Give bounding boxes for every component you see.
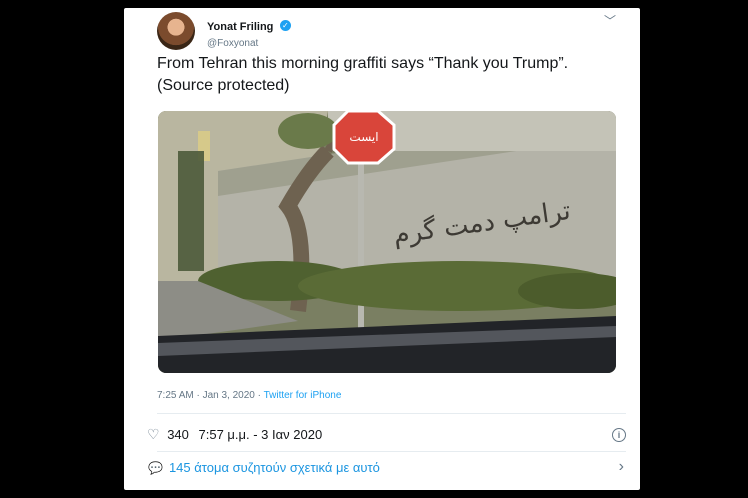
stats-time: 7:57 μ.μ. - 3 Ιαν 2020 <box>198 427 323 442</box>
stats-row: ♡ 340 7:57 μ.μ. - 3 Ιαν 2020 <box>147 426 322 443</box>
timestamp[interactable]: 7:25 AM · Jan 3, 2020 · <box>157 390 261 401</box>
tweet-media[interactable]: ایست ترامپ دمت گرم <box>158 111 616 373</box>
stop-sign-text: ایست <box>349 130 378 144</box>
divider <box>157 451 626 452</box>
author-block[interactable]: Yonat Friling ✓ @Foxyonat <box>207 17 291 49</box>
source-link[interactable]: Twitter for iPhone <box>264 390 342 401</box>
avatar[interactable] <box>157 12 195 50</box>
verified-badge-icon: ✓ <box>279 20 291 32</box>
tweet-header: Yonat Friling ✓ @Foxyonat ﹀ <box>157 12 624 52</box>
divider <box>157 413 626 414</box>
conversation-label[interactable]: 145 άτομα συζητούν σχετικά με αυτό <box>169 460 380 475</box>
author-name[interactable]: Yonat Friling <box>207 21 273 33</box>
tweet-metadata: 7:25 AM · Jan 3, 2020 · Twitter for iPho… <box>157 390 341 401</box>
like-count[interactable]: 340 <box>167 427 189 442</box>
author-handle[interactable]: @Foxyonat <box>207 38 291 49</box>
chevron-right-icon[interactable]: › <box>619 458 624 476</box>
chevron-down-icon[interactable]: ﹀ <box>604 12 616 29</box>
conversation-link[interactable]: 💬 145 άτομα συζητούν σχετικά με αυτό <box>148 460 380 475</box>
heart-icon[interactable]: ♡ <box>147 426 160 442</box>
graffiti-photo: ایست ترامپ دمت گرم <box>158 111 616 373</box>
info-icon[interactable]: i <box>612 428 626 442</box>
tweet-text: From Tehran this morning graffiti says “… <box>157 55 569 94</box>
tweet-card: Yonat Friling ✓ @Foxyonat ﹀ From Tehran … <box>124 8 640 490</box>
chat-bubble-icon: 💬 <box>148 461 163 475</box>
